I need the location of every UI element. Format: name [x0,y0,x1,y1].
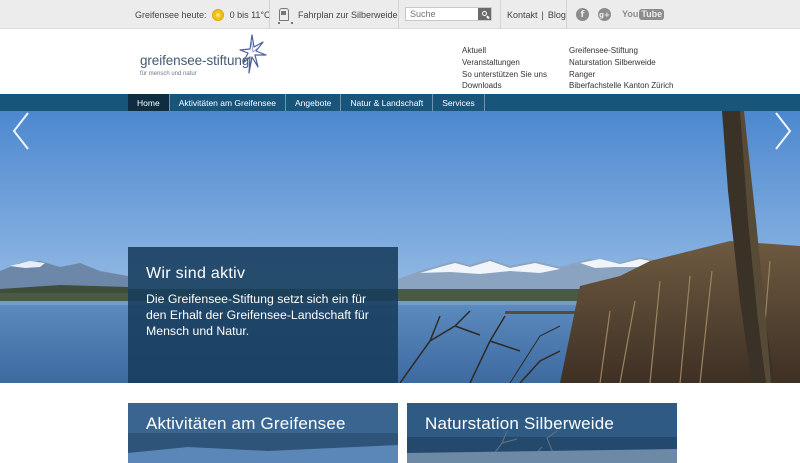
nav-item-home[interactable]: Home [128,94,170,111]
header-link-biberfachstelle[interactable]: Biberfachstelle Kanton Zürich [569,80,674,92]
search-box [405,7,492,21]
header-link-stiftung[interactable]: Greifensee-Stiftung [569,45,674,57]
search-input[interactable] [406,8,478,20]
weather-value: 0 bis 11°C [229,9,271,20]
main-nav: Home Aktivitäten am Greifensee Angebote … [0,94,800,111]
sun-icon [211,8,224,21]
hero-image [0,111,800,383]
contact-link[interactable]: Kontakt [507,10,538,20]
slider-prev-icon[interactable] [10,111,32,151]
facebook-icon[interactable]: f [576,8,589,21]
logo-tagline: für mensch und natur [140,71,197,77]
hero-slider: Wir sind aktiv Die Greifensee-Stiftung s… [0,111,800,383]
card-aktivitaeten[interactable]: Aktivitäten am Greifensee [128,403,398,463]
divider [500,0,501,29]
hero-text: Die Greifensee-Stiftung setzt sich ein f… [146,292,369,338]
googleplus-icon[interactable]: g+ [598,8,611,21]
link-divider: | [541,9,544,20]
logo-name: greifensee-stiftung [140,53,250,68]
card-title: Naturstation Silberweide [425,414,615,433]
site-logo[interactable]: greifensee-stiftung für mensch und natur [140,33,270,83]
card-title: Aktivitäten am Greifensee [146,414,346,433]
header-link-ranger[interactable]: Ranger [569,69,674,81]
top-utility-bar: Greifensee heute: 0 bis 11°C Fahrplan zu… [0,0,800,29]
header-link-naturstation[interactable]: Naturstation Silberweide [569,57,674,69]
search-button[interactable] [478,8,491,20]
header-links-right: Greifensee-Stiftung Naturstation Silberw… [569,45,674,92]
nav-item-angebote[interactable]: Angebote [286,94,342,111]
slider-next-icon[interactable] [772,111,794,151]
search-icon [481,11,487,16]
nav-item-natur-landschaft[interactable]: Natur & Landschaft [341,94,434,111]
youtube-tube: Tube [639,8,665,20]
divider [398,0,399,29]
blog-link[interactable]: Blog [548,10,566,20]
youtube-you: You [622,9,639,19]
contact-blog-links: Kontakt | Blog [507,0,566,29]
youtube-icon[interactable]: You Tube [622,8,665,20]
divider [269,0,270,29]
hero-caption: Wir sind aktiv Die Greifensee-Stiftung s… [128,247,398,383]
header-links-left: Aktuell Veranstaltungen So unterstützen … [462,45,547,92]
timetable-link-label: Fahrplan zur Silberweide [298,9,398,20]
header-link-unterstuetzen[interactable]: So unterstützen Sie uns [462,69,547,81]
timetable-link[interactable]: Fahrplan zur Silberweide [278,0,398,29]
header-link-aktuell[interactable]: Aktuell [462,45,547,57]
hero-title: Wir sind aktiv [146,265,246,282]
divider [566,0,567,29]
train-icon [278,8,293,24]
main-nav-items: Home Aktivitäten am Greifensee Angebote … [128,94,485,111]
nav-item-aktivitaeten[interactable]: Aktivitäten am Greifensee [170,94,287,111]
nav-item-services[interactable]: Services [433,94,485,111]
header-link-veranstaltungen[interactable]: Veranstaltungen [462,57,547,69]
weather-widget: Greifensee heute: 0 bis 11°C [135,0,271,29]
header-link-downloads[interactable]: Downloads [462,80,547,92]
card-naturstation[interactable]: Naturstation Silberweide [407,403,677,463]
weather-label: Greifensee heute: [135,9,207,20]
